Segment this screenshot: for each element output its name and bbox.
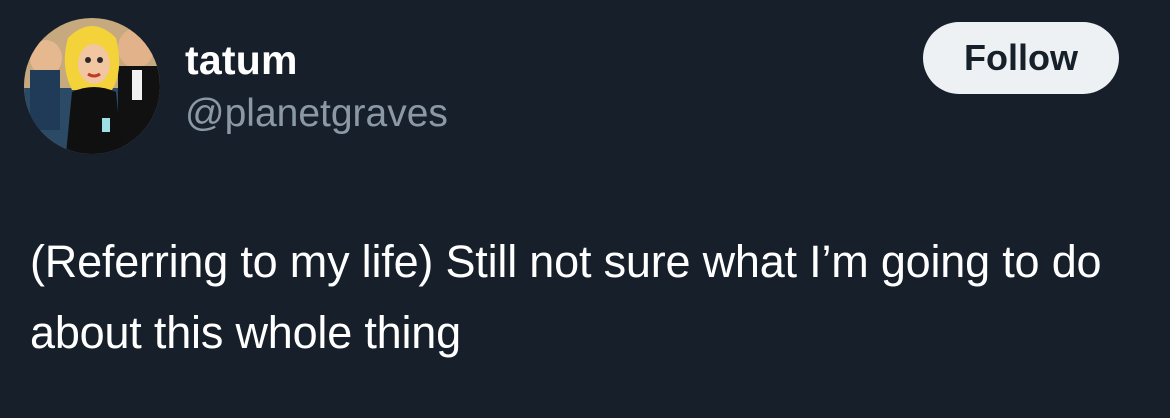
display-name[interactable]: tatum xyxy=(185,38,298,82)
tweet-card: tatum @planetgraves Follow (Referring to… xyxy=(0,0,1170,418)
user-handle[interactable]: @planetgraves xyxy=(185,92,448,136)
follow-button[interactable]: Follow xyxy=(923,22,1119,94)
avatar[interactable] xyxy=(24,18,160,154)
tweet-text: (Referring to my life) Still not sure wh… xyxy=(30,236,1102,358)
